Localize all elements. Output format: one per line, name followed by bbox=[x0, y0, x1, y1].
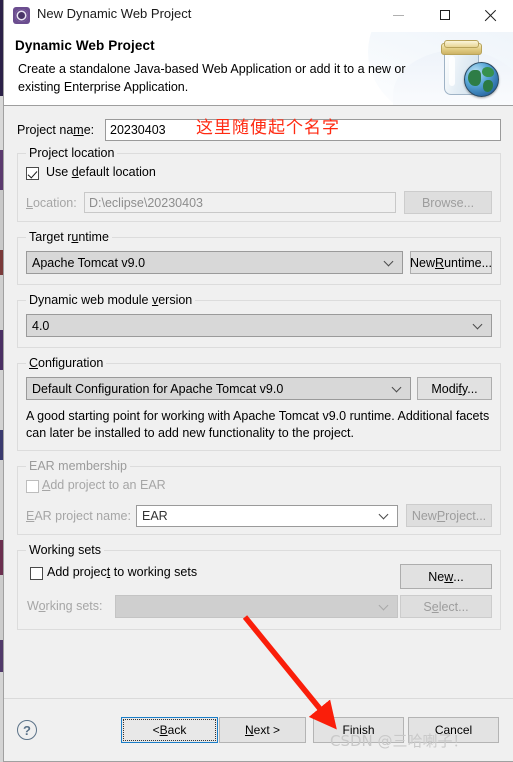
chevron-down-icon bbox=[385, 258, 393, 266]
add-project-to-ear-label: Add project to an EAR bbox=[42, 478, 166, 492]
target-runtime-legend: Target runtime bbox=[26, 230, 112, 244]
banner-description: Create a standalone Java-based Web Appli… bbox=[18, 62, 406, 94]
project-name-row: Project name: bbox=[17, 119, 501, 141]
configuration-group: Configuration Default Configuration for … bbox=[17, 356, 501, 451]
select-working-set-button[interactable]: Se lect... bbox=[400, 595, 492, 618]
minimize-icon bbox=[393, 14, 404, 16]
back-button[interactable]: < Back bbox=[121, 717, 218, 743]
chevron-down-icon bbox=[380, 511, 388, 519]
target-runtime-combo[interactable]: Apache Tomcat v9.0 bbox=[26, 251, 403, 274]
configuration-combo[interactable]: Default Configuration for Apache Tomcat … bbox=[26, 377, 411, 400]
close-button[interactable] bbox=[468, 0, 513, 30]
maximize-button[interactable] bbox=[422, 0, 467, 30]
target-runtime-value: Apache Tomcat v9.0 bbox=[32, 255, 146, 270]
ear-project-name-label: EAR project name: bbox=[26, 509, 131, 523]
finish-button[interactable]: Finish bbox=[313, 717, 404, 743]
dialog-button-bar: ? < Back Next > Finish Cancel bbox=[4, 698, 513, 761]
next-button[interactable]: Next > bbox=[219, 717, 306, 743]
minimize-button[interactable] bbox=[376, 0, 421, 30]
project-location-group: Project location Use default location Lo… bbox=[17, 146, 501, 222]
chevron-down-icon bbox=[393, 384, 401, 392]
add-project-to-ear-checkbox[interactable] bbox=[26, 480, 39, 493]
working-sets-combo[interactable] bbox=[115, 595, 398, 618]
maximize-icon bbox=[439, 10, 450, 20]
ear-project-name-combo[interactable]: EAR bbox=[136, 505, 398, 527]
add-project-to-working-sets-label: Add project to working sets bbox=[47, 565, 198, 579]
close-icon bbox=[484, 9, 497, 22]
chevron-down-icon bbox=[474, 321, 482, 329]
working-sets-legend: Working sets bbox=[26, 543, 105, 557]
configuration-legend: Configuration bbox=[26, 356, 107, 370]
target-runtime-group: Target runtime Apache Tomcat v9.0 New Ru… bbox=[17, 230, 501, 285]
new-project-button[interactable]: New Project... bbox=[406, 504, 492, 527]
browse-button[interactable]: Browse... bbox=[404, 191, 492, 214]
project-location-legend: Project location bbox=[26, 146, 118, 160]
new-dynamic-web-project-dialog: New Dynamic Web Project Dynamic Web Proj… bbox=[3, 0, 513, 762]
banner-title: Dynamic Web Project bbox=[15, 38, 155, 53]
location-field: D:\eclipse\20230403 bbox=[84, 192, 396, 213]
ear-membership-group: EAR membership Add project to an EAR EAR… bbox=[17, 459, 501, 535]
configuration-value: Default Configuration for Apache Tomcat … bbox=[32, 381, 284, 396]
jar-globe-icon bbox=[430, 36, 502, 100]
project-name-label: Project name: bbox=[17, 123, 95, 137]
module-version-value: 4.0 bbox=[32, 318, 50, 333]
module-version-group: Dynamic web module version 4.0 bbox=[17, 293, 501, 348]
gear-icon bbox=[13, 7, 30, 24]
use-default-location-checkbox[interactable] bbox=[26, 167, 39, 180]
location-label: Location: bbox=[26, 196, 77, 210]
modify-button[interactable]: Modi f y... bbox=[417, 377, 492, 400]
window-title: New Dynamic Web Project bbox=[37, 6, 192, 21]
ear-project-name-value: EAR bbox=[142, 509, 168, 523]
chevron-down-icon bbox=[380, 602, 388, 610]
use-default-location-label: Use default location bbox=[46, 165, 156, 179]
new-working-set-button[interactable]: Ne w... bbox=[400, 564, 492, 589]
module-version-legend: Dynamic web module version bbox=[26, 293, 196, 307]
wizard-banner: Dynamic Web Project Create a standalone … bbox=[4, 32, 513, 106]
title-bar: New Dynamic Web Project bbox=[4, 0, 513, 32]
working-sets-label: Working sets: bbox=[27, 599, 103, 613]
help-icon[interactable]: ? bbox=[17, 720, 37, 740]
configuration-description: A good starting point for working with A… bbox=[26, 409, 490, 440]
ear-membership-legend: EAR membership bbox=[26, 459, 130, 473]
module-version-combo[interactable]: 4.0 bbox=[26, 314, 492, 337]
new-runtime-button[interactable]: New Runtime... bbox=[410, 251, 492, 274]
working-sets-group: Working sets Add project to working sets… bbox=[17, 543, 501, 630]
project-name-input[interactable] bbox=[105, 119, 501, 141]
add-project-to-working-sets-checkbox[interactable] bbox=[30, 567, 43, 580]
dialog-content: Project name: Project location Use defau… bbox=[4, 106, 513, 702]
cancel-button[interactable]: Cancel bbox=[408, 717, 499, 743]
